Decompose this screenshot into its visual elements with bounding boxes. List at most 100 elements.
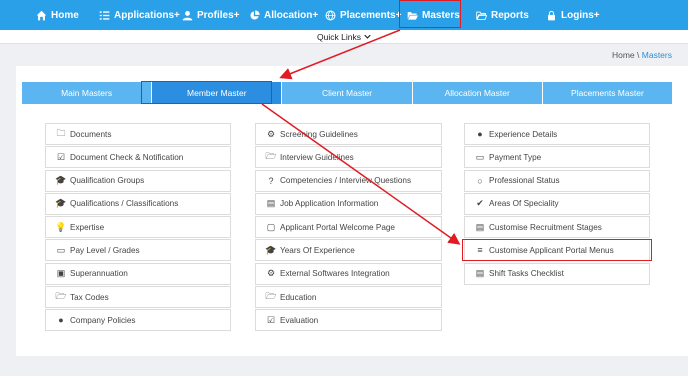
breadcrumb-separator: \ [637, 50, 640, 60]
briefcase-icon: ▤ [475, 221, 485, 232]
tab-allocation-master[interactable]: Allocation Master [412, 82, 543, 104]
member-master-column-3: ● Experience Details ▭ Payment Type ○ Profess… [464, 123, 650, 286]
master-item[interactable]: ? Competencies / Interview Questions [255, 169, 442, 192]
master-item[interactable]: ⚙ External Softwares Integration [255, 262, 442, 285]
master-item[interactable]: ☑ Document Check & Notification [45, 146, 231, 169]
master-item[interactable]: 🗁 Interview Guidelines [255, 146, 442, 169]
nav-logins[interactable]: Logins+ [546, 0, 600, 30]
master-item-label: Payment Type [489, 152, 542, 162]
master-item-label: Areas Of Speciality [489, 199, 559, 209]
breadcrumb: Home \ Masters [612, 50, 672, 60]
globe-icon [325, 10, 336, 21]
nav-placements[interactable]: Placements+ [325, 0, 401, 30]
master-item-label: Expertise [70, 222, 105, 232]
master-item[interactable]: ▤ Customise Recruitment Stages [464, 216, 650, 239]
list-icon [99, 10, 110, 20]
highlight-customise-portal-menus [462, 239, 652, 261]
breadcrumb-home[interactable]: Home [612, 50, 635, 60]
master-item-label: Experience Details [489, 129, 558, 139]
master-item[interactable]: 💡 Expertise [45, 216, 231, 239]
cogs-icon: ⚙ [266, 128, 276, 139]
master-item-label: External Softwares Integration [280, 269, 390, 279]
footer [0, 356, 688, 376]
master-item[interactable]: ▤ Job Application Information [255, 192, 442, 215]
master-item-label: Company Policies [70, 315, 136, 325]
home-icon [36, 10, 47, 20]
tab-placements-master[interactable]: Placements Master [542, 82, 673, 104]
folder-icon: 🗀 [56, 128, 66, 138]
master-item-label: Customise Recruitment Stages [489, 222, 602, 232]
quick-links-bar: Quick Links [0, 30, 688, 44]
nav-reports[interactable]: Reports [476, 0, 529, 30]
master-item[interactable]: ○ Professional Status [464, 169, 650, 192]
nav-allocation-label: Allocation+ [264, 9, 319, 21]
master-item[interactable]: ▭ Payment Type [464, 146, 650, 169]
graduation-cap-icon: 🎓 [55, 175, 67, 186]
tab-client-master[interactable]: Client Master [282, 82, 413, 104]
master-item[interactable]: 🗁 Education [255, 286, 442, 309]
master-item[interactable]: 🎓 Qualification Groups [45, 169, 231, 192]
chevron-down-icon[interactable] [364, 33, 371, 40]
nav-home[interactable]: Home [36, 0, 79, 30]
master-item-label: Documents [70, 129, 112, 139]
master-item[interactable]: ▣ Superannuation [45, 262, 231, 285]
master-item[interactable]: ▭ Pay Level / Grades [45, 239, 231, 262]
question-circle-icon: ? [268, 175, 274, 186]
master-item-label: Qualification Groups [70, 176, 145, 186]
top-nav-bar: Home Applications+ Profiles+ Allocation+… [0, 0, 688, 30]
checkbox-icon: ☑ [56, 151, 66, 162]
check-icon: ✔ [476, 198, 484, 209]
comment-icon: ▢ [266, 221, 276, 232]
master-item[interactable]: 🎓 Qualifications / Classifications [45, 192, 231, 215]
master-item[interactable]: 🗀 Documents [45, 123, 231, 145]
folder-open-icon: 🗁 [55, 291, 67, 302]
master-item-label: Shift Tasks Checklist [489, 269, 564, 279]
pie-chart-icon [250, 9, 260, 20]
check-circle-icon: ● [58, 315, 64, 326]
member-master-column-1: 🗀 Documents ☑ Document Check & Notification… [45, 123, 231, 333]
master-item[interactable]: 🗁 Tax Codes [45, 286, 231, 309]
lock-icon [548, 10, 555, 20]
master-item-label: Pay Level / Grades [70, 245, 140, 255]
quick-links-toggle[interactable]: Quick Links [317, 32, 361, 42]
master-item-label: Evaluation [280, 315, 319, 325]
master-item[interactable]: ✔ Areas Of Speciality [464, 192, 650, 215]
master-item-label: Professional Status [489, 176, 560, 186]
nav-applications[interactable]: Applications+ [99, 0, 180, 30]
nav-placements-label: Placements+ [340, 9, 402, 21]
member-master-column-2: ⚙ Screening Guidelines 🗁 Interview Guidelin… [255, 123, 442, 333]
graduation-cap-icon: 🎓 [265, 244, 277, 255]
master-item-label: Applicant Portal Welcome Page [280, 222, 395, 232]
master-item[interactable]: ☑ Evaluation [255, 309, 442, 332]
folder-open-icon [476, 11, 487, 20]
master-item[interactable]: ▢ Applicant Portal Welcome Page [255, 216, 442, 239]
money-icon: ▣ [56, 268, 66, 279]
payment-icon: ▭ [475, 151, 485, 162]
master-item-label: Tax Codes [70, 292, 109, 302]
folder-open-icon: 🗁 [265, 151, 277, 162]
master-item[interactable]: ● Company Policies [45, 309, 231, 332]
nav-reports-label: Reports [491, 9, 529, 21]
master-item[interactable]: ● Experience Details [464, 123, 650, 145]
folder-open-icon: 🗁 [265, 291, 277, 302]
nav-allocation[interactable]: Allocation+ [249, 0, 318, 30]
master-item-label: Screening Guidelines [280, 129, 358, 139]
master-item[interactable]: ⚙ Screening Guidelines [255, 123, 442, 145]
master-item-label: Superannuation [70, 269, 128, 279]
tab-main-masters[interactable]: Main Masters [22, 82, 153, 104]
briefcase-icon: ▤ [266, 198, 276, 209]
user-icon [182, 10, 193, 20]
nav-applications-label: Applications+ [114, 9, 180, 21]
user-icon: ● [477, 129, 483, 139]
credit-card-icon: ▭ [56, 244, 66, 255]
nav-profiles[interactable]: Profiles+ [182, 0, 240, 30]
master-item-label: Job Application Information [280, 199, 379, 209]
nav-profiles-label: Profiles+ [197, 9, 240, 21]
master-item-label: Competencies / Interview Questions [280, 176, 412, 186]
master-item-label: Qualifications / Classifications [70, 199, 179, 209]
checkbox-checked-icon: ☑ [266, 314, 276, 325]
gear-icon: ⚙ [266, 268, 276, 279]
master-item[interactable]: 🎓 Years Of Experience [255, 239, 442, 262]
briefcase-icon: ▤ [475, 268, 485, 279]
master-item[interactable]: ▤ Shift Tasks Checklist [464, 262, 650, 285]
